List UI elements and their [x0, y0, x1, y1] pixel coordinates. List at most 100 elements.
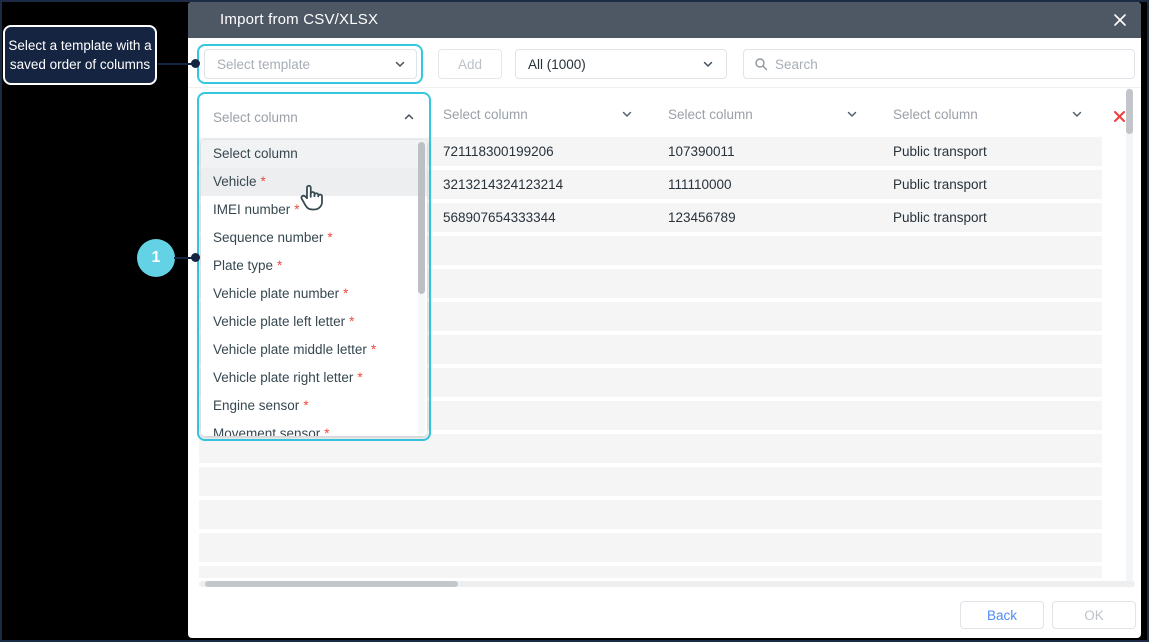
table-row: [199, 500, 1102, 529]
table-cell: [658, 335, 883, 364]
table-cell: [883, 269, 1102, 298]
table-cell: [433, 302, 658, 331]
chevron-up-icon: [404, 114, 414, 120]
dropdown-option[interactable]: Vehicle plate number *: [201, 280, 427, 308]
table-cell: [883, 533, 1102, 562]
table-cell: 107390011: [668, 144, 735, 159]
dropdown-option-label: Vehicle: [213, 174, 257, 189]
table-cell: 721118300199206: [443, 144, 554, 159]
column-select-2[interactable]: Select column: [433, 94, 645, 134]
table-cell: [433, 335, 658, 364]
table-cell: 123456789: [668, 210, 736, 225]
table-cell: [883, 566, 1102, 578]
table-cell: [433, 434, 658, 463]
dropdown-option[interactable]: Sequence number *: [201, 224, 427, 252]
dropdown-option-label: Plate type: [213, 258, 274, 273]
remove-column-row-icon[interactable]: [1112, 109, 1127, 124]
ok-button[interactable]: OK: [1052, 601, 1136, 629]
horizontal-scrollbar-thumb[interactable]: [205, 581, 458, 587]
table-row: [199, 566, 1102, 578]
table-cell: Public transport: [893, 177, 987, 192]
required-asterisk: *: [349, 314, 355, 329]
column-select-1[interactable]: Select column: [201, 96, 427, 138]
horizontal-scrollbar[interactable]: [199, 581, 1135, 587]
dropdown-option-label: Sequence number: [213, 230, 324, 245]
table-cell: 3213214324123214: [443, 177, 564, 192]
table-cell: [433, 533, 658, 562]
dropdown-option-label: IMEI number: [213, 202, 291, 217]
table-cell: [658, 533, 883, 562]
table-cell: [433, 566, 658, 578]
table-cell: [433, 236, 658, 265]
search-placeholder: Search: [775, 56, 818, 72]
template-select[interactable]: Select template: [204, 49, 417, 79]
table-cell: [658, 236, 883, 265]
dropdown-option[interactable]: Vehicle plate right letter *: [201, 364, 427, 392]
dropdown-option[interactable]: Select column: [201, 140, 427, 168]
chevron-down-icon: [395, 61, 405, 67]
tutorial-tooltip: Select a template with a saved order of …: [3, 25, 157, 85]
table-cell: [883, 335, 1102, 364]
dropdown-option[interactable]: Plate type *: [201, 252, 427, 280]
dropdown-option[interactable]: Movement sensor *: [201, 420, 427, 436]
dropdown-option-label: Engine sensor: [213, 398, 300, 413]
table-cell: [658, 467, 883, 496]
dialog-header: Import from CSV/XLSX: [188, 2, 1141, 38]
chevron-down-icon: [622, 111, 632, 117]
column-options-listbox: Select column Vehicle * IMEI number * Sequenc…: [201, 140, 427, 436]
table-cell: [433, 368, 658, 397]
tooltip-connector-line: [158, 63, 194, 65]
dropdown-option-label: Vehicle plate middle letter: [213, 342, 367, 357]
add-button[interactable]: Add: [438, 49, 502, 79]
dropdown-option[interactable]: Vehicle *: [201, 168, 427, 196]
table-row: [199, 533, 1102, 562]
table-cell: [433, 269, 658, 298]
template-select-placeholder: Select template: [217, 56, 311, 72]
table-cell: [883, 302, 1102, 331]
column-select-3[interactable]: Select column: [658, 94, 870, 134]
table-cell: [883, 467, 1102, 496]
table-cell: [199, 500, 433, 529]
table-cell: [658, 302, 883, 331]
tooltip-connector-dot: [191, 59, 200, 68]
column-select-4[interactable]: Select column: [883, 94, 1095, 134]
chevron-down-icon: [1072, 111, 1082, 117]
dropdown-option[interactable]: Engine sensor *: [201, 392, 427, 420]
close-icon[interactable]: [1112, 12, 1128, 28]
table-cell: [658, 500, 883, 529]
dropdown-option[interactable]: Vehicle plate middle letter *: [201, 336, 427, 364]
table-row: [199, 467, 1102, 496]
dropdown-option[interactable]: Vehicle plate left letter *: [201, 308, 427, 336]
table-cell: [433, 500, 658, 529]
dropdown-scrollbar[interactable]: [418, 142, 425, 434]
filter-select[interactable]: All (1000): [515, 49, 727, 79]
required-asterisk: *: [294, 202, 300, 217]
table-cell: [658, 368, 883, 397]
dialog-title: Import from CSV/XLSX: [220, 11, 379, 28]
table-cell: [883, 236, 1102, 265]
table-cell: [883, 368, 1102, 397]
table-cell: Public transport: [893, 210, 987, 225]
dropdown-option[interactable]: IMEI number *: [201, 196, 427, 224]
vertical-scrollbar-thumb[interactable]: [1126, 89, 1133, 134]
required-asterisk: *: [370, 342, 377, 357]
table-cell: [658, 401, 883, 430]
table-cell: [658, 269, 883, 298]
table-cell: [199, 467, 433, 496]
search-input[interactable]: Search: [743, 49, 1135, 79]
dropdown-option-label: Select column: [213, 146, 298, 161]
table-cell: [433, 467, 658, 496]
required-asterisk: *: [277, 258, 283, 273]
back-button[interactable]: Back: [960, 601, 1044, 629]
step-1-badge: 1: [137, 239, 175, 277]
import-dialog: Import from CSV/XLSX Select template Add…: [188, 2, 1141, 638]
table-cell: [883, 500, 1102, 529]
required-asterisk: *: [303, 398, 309, 413]
column-select-1-open: Select column Select column Vehicle * IMEI …: [197, 92, 431, 441]
dropdown-scrollbar-thumb[interactable]: [418, 142, 425, 294]
table-cell: Public transport: [893, 144, 987, 159]
required-asterisk: *: [324, 426, 330, 436]
vertical-scrollbar[interactable]: [1126, 88, 1133, 588]
dropdown-option-label: Vehicle plate left letter: [213, 314, 346, 329]
filter-select-value: All (1000): [528, 56, 586, 72]
